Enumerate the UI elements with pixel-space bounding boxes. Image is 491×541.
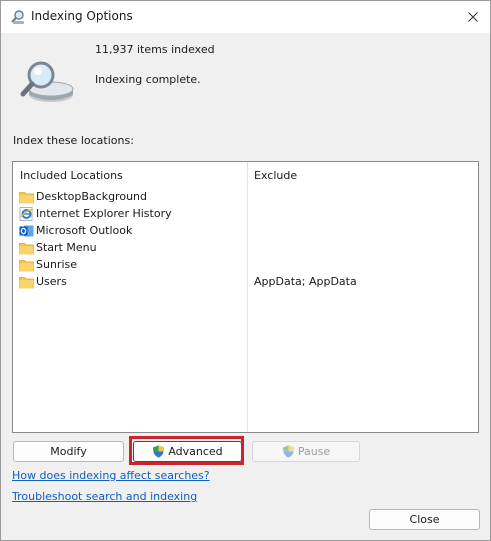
indexing-status: Indexing complete. bbox=[95, 73, 201, 86]
advanced-button-label: Advanced bbox=[168, 445, 223, 458]
pause-button[interactable]: Pause bbox=[252, 441, 360, 462]
index-locations-label: Index these locations: bbox=[13, 134, 134, 147]
folder-icon bbox=[19, 192, 34, 204]
location-name: Microsoft Outlook bbox=[36, 224, 133, 237]
close-button[interactable]: Close bbox=[369, 509, 480, 530]
how-indexing-affects-searches-link[interactable]: How does indexing affect searches? bbox=[12, 469, 210, 482]
location-name: Start Menu bbox=[36, 241, 97, 254]
outlook-icon bbox=[19, 225, 34, 237]
items-indexed-count: 11,937 items indexed bbox=[95, 43, 215, 56]
location-name: DesktopBackground bbox=[36, 190, 147, 203]
list-item[interactable]: DesktopBackground bbox=[19, 189, 474, 206]
shield-icon bbox=[153, 445, 165, 458]
indexing-options-icon bbox=[11, 10, 24, 24]
list-item[interactable]: Sunrise bbox=[19, 257, 474, 274]
troubleshoot-search-link[interactable]: Troubleshoot search and indexing bbox=[12, 490, 197, 503]
list-item[interactable]: Microsoft Outlook bbox=[19, 223, 474, 240]
indexing-options-window: Indexing Options 11,937 items indexed In… bbox=[0, 0, 491, 541]
list-item[interactable]: Start Menu bbox=[19, 240, 474, 257]
column-header-included[interactable]: Included Locations bbox=[20, 169, 123, 182]
close-icon bbox=[468, 12, 478, 22]
close-button-label: Close bbox=[409, 513, 440, 526]
window-close-button[interactable] bbox=[456, 1, 490, 33]
folder-icon bbox=[19, 260, 34, 272]
list-item[interactable]: Users AppData; AppData bbox=[19, 274, 474, 291]
pause-button-label: Pause bbox=[297, 445, 331, 458]
locations-list[interactable]: Included Locations Exclude DesktopBackgr… bbox=[12, 161, 479, 433]
location-name: Internet Explorer History bbox=[36, 207, 172, 220]
column-header-exclude[interactable]: Exclude bbox=[254, 169, 297, 182]
shield-icon bbox=[282, 445, 294, 458]
window-title: Indexing Options bbox=[31, 9, 133, 23]
location-name: Users bbox=[36, 275, 67, 288]
list-item[interactable]: Internet Explorer History bbox=[19, 206, 474, 223]
internet-explorer-icon bbox=[19, 207, 34, 221]
title-bar: Indexing Options bbox=[1, 1, 490, 33]
modify-button-label: Modify bbox=[50, 445, 87, 458]
advanced-button[interactable]: Advanced bbox=[133, 441, 242, 462]
indexing-magnifier-icon bbox=[20, 61, 74, 102]
location-name: Sunrise bbox=[36, 258, 78, 271]
folder-icon bbox=[19, 277, 34, 289]
modify-button[interactable]: Modify bbox=[13, 441, 124, 462]
folder-icon bbox=[19, 243, 34, 255]
location-exclude: AppData; AppData bbox=[254, 275, 357, 288]
